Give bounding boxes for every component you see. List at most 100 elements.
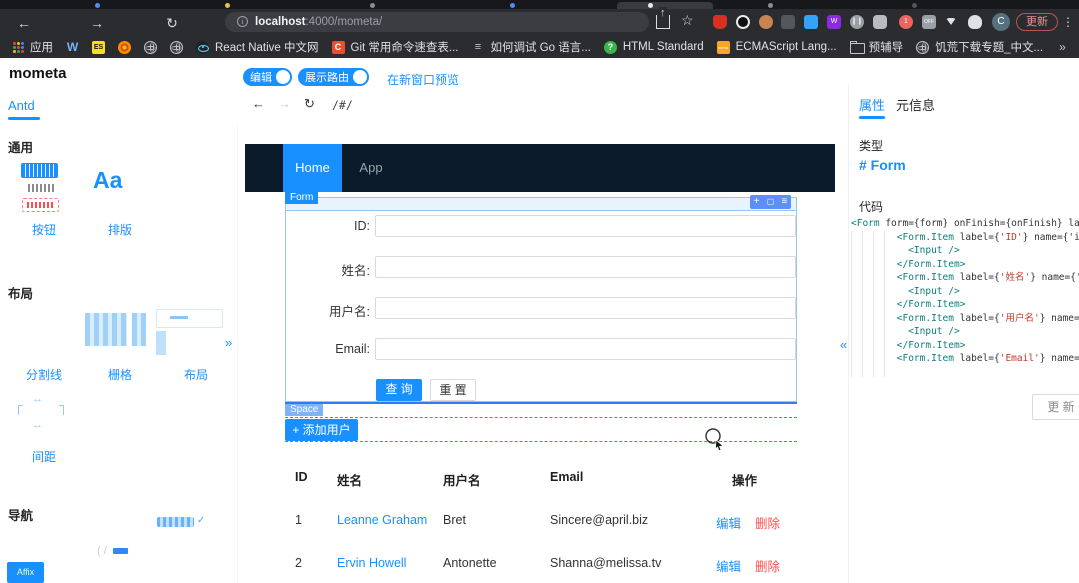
code-block[interactable]: <Form form={form} onFinish={onFinish} la… [849, 217, 1079, 377]
check-icon [197, 515, 205, 526]
edit-toggle[interactable]: 编辑 [243, 68, 292, 86]
inspector-panel: 属性 元信息 类型 # Form 代码 <Form form={form} on… [848, 85, 1079, 583]
browser-tab-strip[interactable] [0, 0, 1079, 9]
chevron-double-left-icon[interactable] [840, 337, 847, 352]
anchor-preview [157, 517, 194, 527]
toggle-knob [353, 70, 367, 84]
funnel-icon[interactable] [946, 18, 956, 25]
nav-item-app[interactable]: App [342, 144, 400, 192]
lock-off-icon[interactable]: OFF [922, 15, 936, 29]
bookmark-globe-2[interactable] [170, 41, 183, 54]
whatwg-icon: ? [604, 41, 617, 54]
bookmark-git[interactable]: CGit 常用命令速查表... [332, 39, 459, 55]
tab-favicon [95, 3, 100, 8]
tampermonkey-icon[interactable] [759, 15, 773, 29]
canvas: /#/ Home App Form ID: [238, 92, 848, 583]
name-input[interactable] [375, 256, 796, 278]
form-row-name: 姓名: [286, 256, 796, 278]
canvas-nav: /#/ [250, 96, 450, 116]
nav-item-home[interactable]: Home [283, 144, 342, 192]
globe-icon [916, 41, 929, 54]
shield-icon[interactable] [713, 15, 727, 29]
reload-icon[interactable] [304, 96, 315, 112]
globe-icon [170, 41, 183, 54]
bookmark-go-debug[interactable]: ≡如何调试 Go 语言... [472, 39, 591, 55]
share-icon[interactable] [656, 15, 670, 29]
forward-arrow-icon[interactable] [86, 12, 108, 34]
url-bar[interactable]: ilocalhost:4000/mometa/ [225, 12, 649, 32]
bookmark-star-icon[interactable]: ☆ [681, 12, 694, 29]
email-input[interactable] [375, 338, 796, 360]
kebab-menu-icon[interactable] [1062, 13, 1074, 31]
back-arrow-icon[interactable] [252, 96, 265, 111]
screen: ilocalhost:4000/mometa/ ☆ W ❙❙ 1 OFF C 更… [0, 0, 1079, 583]
bookmark-es[interactable]: ES [92, 41, 105, 54]
space-preview: ↔↔ [18, 393, 64, 433]
code-label: 代码 [859, 198, 883, 215]
page-navbar: Home App [245, 144, 835, 192]
bookmark-html-standard[interactable]: ?HTML Standard [604, 41, 704, 54]
session-pause-icon[interactable]: ❙❙ [850, 15, 864, 29]
update-button[interactable]: 更 新 [1032, 394, 1079, 420]
bookmarks-overflow-icon[interactable] [1059, 40, 1066, 54]
query-button[interactable]: 查 询 [376, 379, 422, 401]
section-navigation: 导航 [8, 505, 33, 524]
menu-icon[interactable] [782, 195, 788, 209]
tab-meta-info[interactable]: 元信息 [896, 95, 935, 114]
react-icon [196, 41, 209, 54]
red-badge-icon[interactable]: 1 [899, 15, 913, 29]
bookmark-apps[interactable]: 应用 [13, 39, 53, 55]
chevron-double-right-icon[interactable] [225, 335, 232, 350]
space-tag: Space [285, 404, 323, 416]
plus-icon[interactable] [754, 195, 760, 209]
copy-icon[interactable] [767, 195, 775, 209]
user-name-link[interactable]: Leanne Graham [337, 513, 427, 527]
show-routes-toggle[interactable]: 展示路由 [298, 68, 369, 86]
type-label: 类型 [859, 137, 883, 154]
component-card-affix[interactable]: Affix [7, 562, 44, 583]
grid-icon[interactable] [781, 15, 795, 29]
paw-icon[interactable] [968, 15, 982, 29]
form-row-email: Email: [286, 338, 796, 360]
typography-preview: Aa [93, 167, 122, 194]
bookmark-folder-tutoring[interactable]: 预辅导 [850, 39, 904, 55]
id-input[interactable] [375, 215, 796, 237]
bookmark-dont-starve[interactable]: 饥荒下载专题_中文... [916, 39, 1043, 55]
table-row: 1 Leanne Graham Bret Sincere@april.biz 编… [285, 513, 797, 533]
button-primary-preview [21, 163, 58, 178]
edit-link[interactable]: 编辑 [716, 560, 741, 574]
add-user-button[interactable]: 添加用户 [285, 419, 358, 441]
user-name-link[interactable]: Ervin Howell [337, 556, 406, 570]
back-arrow-icon[interactable] [13, 12, 35, 34]
delete-link[interactable]: 删除 [755, 517, 780, 531]
notes-icon: ≡ [472, 41, 485, 54]
forward-arrow-icon[interactable] [278, 96, 291, 111]
route-path: /#/ [332, 98, 353, 112]
profile-avatar[interactable]: C [992, 13, 1010, 31]
es-yellow-icon: ES [92, 41, 105, 54]
delete-link[interactable]: 删除 [755, 560, 780, 574]
reset-button[interactable]: 重 置 [430, 379, 476, 401]
tab-properties[interactable]: 属性 [859, 95, 885, 114]
url-host: localhost [255, 16, 305, 28]
tab-ink-bar [8, 117, 40, 120]
info-circle-icon[interactable]: i [237, 16, 248, 27]
black-circle-icon[interactable] [736, 15, 750, 29]
purple-w-icon[interactable]: W [827, 15, 841, 29]
bookmark-react-native[interactable]: React Native 中文网 [196, 39, 319, 55]
username-input[interactable] [375, 297, 796, 319]
robot-icon[interactable] [873, 15, 887, 29]
camera-icon[interactable] [804, 15, 818, 29]
chrome-update-button[interactable]: 更新 [1016, 13, 1058, 31]
bookmark-globe-1[interactable] [144, 41, 157, 54]
bookmark-wikipedia[interactable]: W [66, 41, 79, 54]
tab-antd[interactable]: Antd [8, 98, 35, 113]
mometa-app: mometa 编辑 展示路由 在新窗口预览 Antd 通用 按钮 Aa 排版 布… [0, 58, 1079, 583]
reload-icon[interactable] [161, 12, 183, 34]
selected-form-element[interactable]: Form ID: 姓名: 用户名: [285, 197, 797, 402]
preview-new-window-link[interactable]: 在新窗口预览 [387, 71, 459, 88]
bookmark-ecmascript[interactable]: ecmaECMAScript Lang... [717, 41, 837, 54]
bookmark-swirl[interactable] [118, 41, 131, 54]
form-row-id: ID: [286, 215, 796, 237]
edit-link[interactable]: 编辑 [716, 517, 741, 531]
